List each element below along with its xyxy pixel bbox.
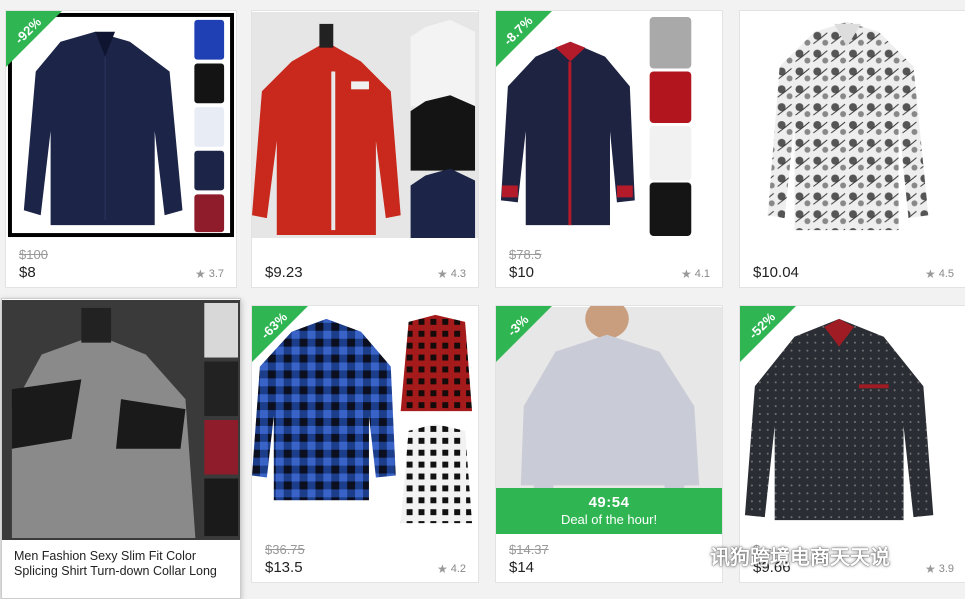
product-title[interactable]: Men Fashion Sexy Slim Fit Color Splicing… [14, 549, 239, 579]
wechat-icon [678, 544, 704, 565]
deal-countdown: 49:54 [588, 494, 630, 511]
watermark: 讯狗跨境电商天天说 [678, 540, 958, 570]
original-price: $78.5 [509, 247, 542, 262]
star-icon: ★ [924, 267, 936, 281]
product-image[interactable] [2, 299, 240, 541]
rating: ★ 4.2 [437, 562, 466, 576]
original-price: $100 [19, 247, 48, 262]
product-image[interactable] [252, 11, 478, 239]
current-price: $8 [19, 264, 36, 281]
star-icon: ★ [436, 562, 448, 576]
original-price: $36.75 [265, 542, 305, 557]
deal-label: Deal of the hour! [560, 512, 658, 527]
product-image[interactable] [740, 11, 965, 239]
rating: ★ 4.3 [437, 267, 466, 281]
current-price: $13.5 [265, 559, 303, 576]
rating-value: 4.2 [450, 563, 466, 575]
product-card-2[interactable]: $9.23 ★ 4.3 [251, 10, 479, 288]
rating-value: 4.5 [938, 268, 954, 280]
product-card-1[interactable]: -92% $100 $8 ★ 3.7 [5, 10, 237, 288]
product-card-6[interactable]: -63% $36.75 $13.5 ★ 4.2 [251, 305, 479, 583]
rating: ★ 4.5 [925, 267, 954, 281]
rating-value: 3.7 [208, 268, 224, 280]
star-icon: ★ [680, 267, 692, 281]
current-price: $10.04 [753, 264, 799, 281]
original-price: $14.37 [509, 542, 549, 557]
product-card-5[interactable]: Men Fashion Sexy Slim Fit Color Splicing… [1, 298, 241, 599]
rating-value: 4.3 [450, 268, 466, 280]
current-price: $10 [509, 264, 535, 281]
star-icon: ★ [436, 267, 448, 281]
product-card-4[interactable]: $10.04 ★ 4.5 [739, 10, 965, 288]
product-card-3[interactable]: -8.7% $78.5 $10 ★ 4.1 [495, 10, 723, 288]
current-price: $9.23 [265, 264, 303, 281]
watermark-text: 讯狗跨境电商天天说 [710, 546, 890, 569]
deal-banner[interactable]: 49:54 Deal of the hour! [496, 488, 722, 534]
rating: ★ 4.1 [681, 267, 710, 281]
rating: ★ 3.7 [195, 267, 224, 281]
star-icon: ★ [194, 267, 206, 281]
current-price: $14 [509, 559, 535, 576]
rating-value: 4.1 [694, 268, 710, 280]
